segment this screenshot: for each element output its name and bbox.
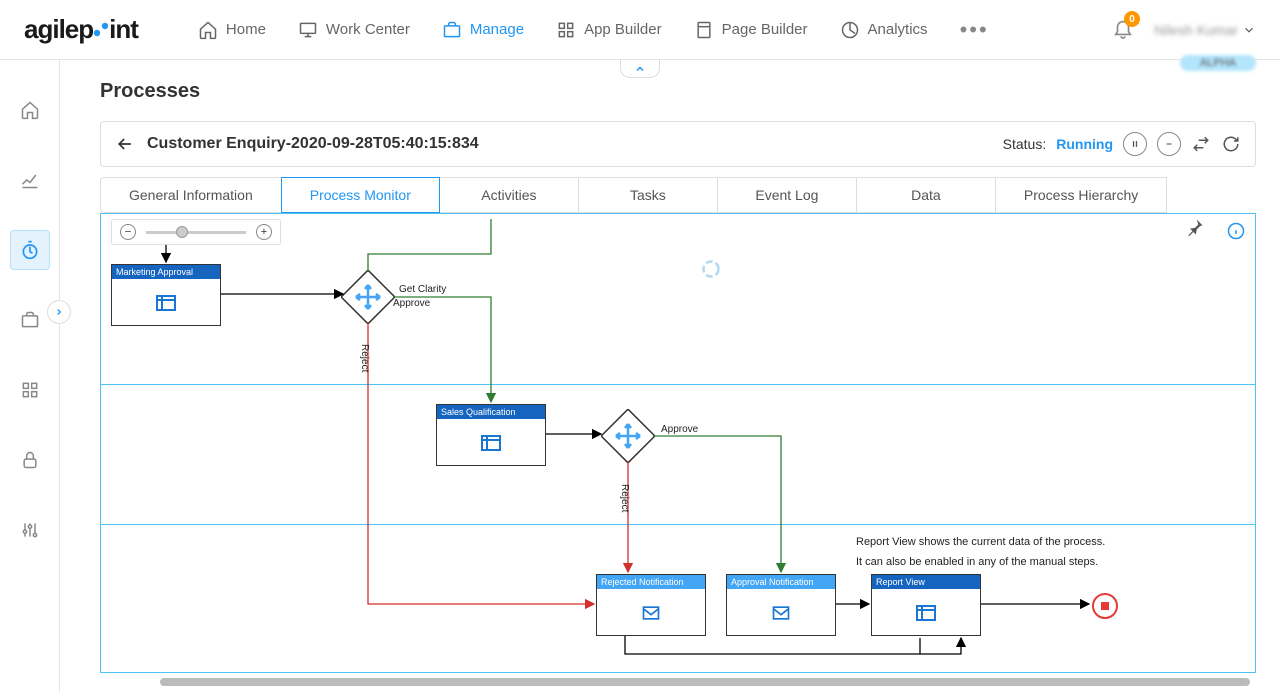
nav-pagebuilder[interactable]: Page Builder (694, 20, 808, 40)
status-value: Running (1056, 136, 1113, 152)
zoom-thumb[interactable] (176, 226, 188, 238)
tab-tasks[interactable]: Tasks (578, 177, 718, 213)
tab-data[interactable]: Data (856, 177, 996, 213)
arrow-left-icon (115, 134, 135, 154)
home-icon (198, 20, 218, 40)
monitor-icon (298, 20, 318, 40)
tab-hierarchy[interactable]: Process Hierarchy (995, 177, 1167, 213)
edge-label: Approve (661, 424, 698, 435)
zoom-slider[interactable] (146, 231, 246, 234)
notification-badge: 0 (1124, 11, 1140, 27)
brand-text-b: int (109, 14, 138, 44)
collapse-header-toggle[interactable] (620, 60, 660, 78)
info-note: It can also be enabled in any of the man… (856, 556, 1098, 568)
stopwatch-icon (20, 240, 40, 260)
briefcase-icon (20, 310, 40, 330)
nav-workcenter[interactable]: Work Center (298, 20, 410, 40)
cancel-button[interactable] (1157, 132, 1181, 156)
pause-icon (1130, 139, 1140, 149)
brand-logo: agilep int (24, 14, 138, 45)
analytics-icon (840, 20, 860, 40)
sidebar-work[interactable] (10, 300, 50, 340)
edge-label: Approve (393, 298, 430, 309)
sidebar-security[interactable] (10, 440, 50, 480)
detail-header: Customer Enquiry-2020-09-28T05:40:15:834… (100, 121, 1256, 167)
process-canvas[interactable]: − + Marketing Approval Sales Qualificati… (100, 213, 1256, 673)
grid-icon (556, 20, 576, 40)
pin-icon (1185, 217, 1205, 237)
edge-label: Get Clarity (399, 284, 446, 295)
briefcase-icon (442, 20, 462, 40)
tab-monitor[interactable]: Process Monitor (281, 177, 440, 213)
swap-button[interactable] (1191, 134, 1211, 154)
user-menu[interactable]: Nilesh Kumar (1154, 22, 1256, 38)
horizontal-scrollbar[interactable] (160, 678, 1250, 686)
top-navigation: Home Work Center Manage App Builder Page… (198, 17, 989, 43)
tab-bar: General Information Process Monitor Acti… (100, 177, 1256, 213)
sliders-icon (20, 520, 40, 540)
refresh-button[interactable] (1221, 134, 1241, 154)
sidebar (0, 60, 60, 692)
apps-icon (20, 380, 40, 400)
pin-button[interactable] (1185, 217, 1205, 240)
chart-line-icon (20, 170, 40, 190)
sidebar-processes[interactable] (10, 230, 50, 270)
edge-label: Reject (619, 484, 630, 512)
sidebar-settings[interactable] (10, 510, 50, 550)
page-title: Processes (100, 80, 1256, 103)
process-name: Customer Enquiry-2020-09-28T05:40:15:834 (147, 135, 479, 153)
page-icon (694, 20, 714, 40)
status-label: Status: (1003, 136, 1047, 152)
sidebar-apps[interactable] (10, 370, 50, 410)
edge-label: Reject (359, 344, 370, 372)
refresh-icon (1222, 135, 1240, 153)
lock-icon (20, 450, 40, 470)
brand-text-a: agilep (24, 14, 93, 44)
zoom-out-button[interactable]: − (120, 224, 136, 240)
tab-general[interactable]: General Information (100, 177, 282, 213)
main-content: Processes Customer Enquiry-2020-09-28T05… (60, 60, 1280, 692)
sidebar-analytics[interactable] (10, 160, 50, 200)
home-icon (20, 100, 40, 120)
notifications[interactable]: 0 (1112, 17, 1134, 42)
zoom-control: − + (111, 219, 281, 245)
nav-home[interactable]: Home (198, 20, 266, 40)
nav-more[interactable]: ••• (960, 17, 989, 43)
swap-icon (1192, 135, 1210, 153)
chevron-down-icon (1242, 23, 1256, 37)
more-icon: ••• (960, 17, 989, 43)
nav-analytics[interactable]: Analytics (840, 20, 928, 40)
info-button[interactable] (1227, 222, 1245, 243)
chevron-up-icon (634, 63, 646, 75)
tab-eventlog[interactable]: Event Log (717, 177, 857, 213)
sidebar-home[interactable] (10, 90, 50, 130)
flow-connectors (101, 214, 1255, 672)
nav-appbuilder[interactable]: App Builder (556, 20, 662, 40)
pause-button[interactable] (1123, 132, 1147, 156)
minus-icon (1164, 139, 1174, 149)
info-note: Report View shows the current data of th… (856, 536, 1105, 548)
tab-activities[interactable]: Activities (439, 177, 579, 213)
zoom-in-button[interactable]: + (256, 224, 272, 240)
back-button[interactable] (115, 134, 135, 154)
nav-manage[interactable]: Manage (442, 20, 524, 40)
info-icon (1227, 222, 1245, 240)
